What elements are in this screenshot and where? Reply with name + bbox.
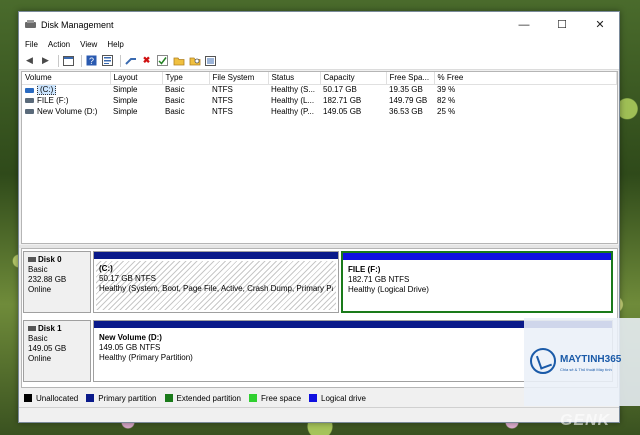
- cell-percent-free: 25 %: [437, 107, 456, 116]
- watermark-brand: MAYTINH365: [560, 354, 622, 365]
- partition-status: Healthy (System, Boot, Page File, Active…: [99, 284, 333, 293]
- console-tree-icon[interactable]: [62, 54, 75, 67]
- cell-file-system: NTFS: [212, 85, 233, 95]
- volume-icon: [25, 87, 34, 93]
- logical-drive-bar: [343, 253, 611, 260]
- legend-free-space: Free space: [249, 394, 301, 403]
- volume-list: Volume Layout Type File System Status Ca…: [21, 71, 618, 244]
- properties-icon[interactable]: [101, 54, 114, 67]
- svg-text:?: ?: [89, 56, 94, 66]
- maytinh365-logo-icon: [530, 348, 556, 374]
- cell-free-space: 19.35 GB: [389, 85, 423, 95]
- legend-extended-partition: Extended partition: [164, 394, 241, 403]
- close-button[interactable]: ✕: [581, 12, 619, 37]
- table-row[interactable]: New Volume (D:) Simple Basic NTFS Health…: [22, 106, 617, 117]
- cell-percent-free: 39 %: [437, 85, 456, 95]
- partition-f[interactable]: FILE (F:) 182.71 GB NTFS Healthy (Logica…: [341, 251, 613, 313]
- cell-capacity: 182.71 GB: [323, 96, 362, 105]
- legend-unallocated: Unallocated: [24, 394, 78, 403]
- cell-type: Basic: [165, 85, 185, 95]
- maytinh365-watermark: MAYTINH365 Chia sẻ & Thủ thuật Máy tính: [524, 318, 640, 406]
- cell-type: Basic: [165, 107, 185, 116]
- cell-free-space: 36.53 GB: [389, 107, 423, 116]
- toolbar: ◀ ▶ ? ✖: [19, 52, 619, 70]
- menu-help[interactable]: Help: [107, 40, 123, 49]
- cell-type: Basic: [165, 96, 185, 105]
- minimize-button[interactable]: —: [505, 12, 543, 37]
- cell-file-system: NTFS: [212, 107, 233, 116]
- menu-file[interactable]: File: [25, 40, 38, 49]
- partition-status: Healthy (Logical Drive): [348, 285, 429, 294]
- cell-capacity: 149.05 GB: [323, 107, 362, 116]
- col-free-space[interactable]: Free Spa...: [386, 72, 435, 85]
- cell-percent-free: 82 %: [437, 96, 456, 105]
- disk-icon: [28, 257, 36, 263]
- cell-status: Healthy (S...: [271, 85, 316, 95]
- volume-name: FILE (F:): [37, 96, 69, 105]
- cell-layout: Simple: [113, 107, 138, 116]
- col-status[interactable]: Status: [268, 72, 321, 85]
- menu-action[interactable]: Action: [48, 40, 70, 49]
- status-bar: [19, 407, 619, 422]
- partition-name: FILE (F:): [348, 265, 381, 274]
- volume-table-header: Volume Layout Type File System Status Ca…: [22, 72, 617, 85]
- primary-partition-bar: [94, 252, 338, 259]
- cell-status: Healthy (P...: [271, 107, 314, 116]
- check-icon[interactable]: [156, 54, 169, 67]
- connect-icon[interactable]: [124, 54, 137, 67]
- table-row[interactable]: FILE (F:) Simple Basic NTFS Healthy (L..…: [22, 95, 617, 106]
- genk-watermark: GENK: [560, 412, 611, 429]
- cell-layout: Simple: [113, 85, 138, 95]
- volume-icon: [25, 98, 34, 104]
- maximize-button[interactable]: ☐: [543, 12, 581, 37]
- back-arrow-icon[interactable]: ◀: [23, 54, 36, 67]
- title-bar: Disk Management — ☐ ✕: [19, 12, 619, 37]
- col-type[interactable]: Type: [162, 72, 210, 85]
- search-folder-icon[interactable]: [188, 54, 201, 67]
- menu-view[interactable]: View: [80, 40, 97, 49]
- watermark-tagline: Chia sẻ & Thủ thuật Máy tính: [560, 367, 612, 372]
- disk-0-info[interactable]: Disk 0 Basic 232.88 GB Online: [23, 251, 91, 313]
- cell-status: Healthy (L...: [271, 96, 315, 105]
- disk-size: 149.05 GB: [28, 344, 67, 353]
- cell-free-space: 149.79 GB: [389, 96, 428, 105]
- forward-arrow-icon[interactable]: ▶: [39, 54, 52, 67]
- help-icon[interactable]: ?: [85, 54, 98, 67]
- disk-name: Disk 0: [38, 255, 62, 264]
- legend-primary-partition: Primary partition: [86, 394, 157, 403]
- disk-name: Disk 1: [38, 324, 62, 333]
- disk-type: Basic: [28, 334, 48, 343]
- disk-state: Online: [28, 285, 52, 294]
- disk-row-0: Disk 0 Basic 232.88 GB Online (C:) 50.17…: [22, 251, 617, 315]
- col-layout[interactable]: Layout: [110, 72, 163, 85]
- volume-name: New Volume (D:): [37, 107, 98, 116]
- col-volume[interactable]: Volume: [22, 72, 111, 85]
- disk-state: Online: [28, 354, 52, 363]
- volume-name: (C:): [37, 84, 57, 95]
- folder-icon[interactable]: [172, 54, 185, 67]
- legend-logical-drive: Logical drive: [309, 394, 366, 403]
- col-capacity[interactable]: Capacity: [320, 72, 387, 85]
- disk-management-app-icon: [25, 19, 36, 30]
- disk-icon: [28, 326, 36, 332]
- disk-type: Basic: [28, 265, 48, 274]
- partition-size: 182.71 GB NTFS: [348, 275, 410, 284]
- window-title: Disk Management: [41, 19, 114, 30]
- disk-size: 232.88 GB: [28, 275, 67, 284]
- partition-size: 50.17 GB NTFS: [99, 274, 156, 283]
- partition-name: (C:): [99, 264, 113, 273]
- menu-bar: File Action View Help: [19, 37, 619, 52]
- cell-layout: Simple: [113, 96, 138, 105]
- col-file-system[interactable]: File System: [209, 72, 269, 85]
- volume-table: Volume Layout Type File System Status Ca…: [22, 72, 617, 117]
- cell-capacity: 50.17 GB: [323, 85, 357, 95]
- partition-c[interactable]: (C:) 50.17 GB NTFS Healthy (System, Boot…: [93, 251, 339, 313]
- volume-icon: [25, 109, 34, 115]
- col-percent-free[interactable]: % Free: [434, 72, 617, 85]
- cell-file-system: NTFS: [212, 96, 233, 105]
- delete-icon[interactable]: ✖: [140, 54, 153, 67]
- list-view-icon[interactable]: [204, 54, 217, 67]
- disk-1-info[interactable]: Disk 1 Basic 149.05 GB Online: [23, 320, 91, 382]
- table-row[interactable]: (C:) Simple Basic NTFS Healthy (S... 50.…: [22, 84, 617, 95]
